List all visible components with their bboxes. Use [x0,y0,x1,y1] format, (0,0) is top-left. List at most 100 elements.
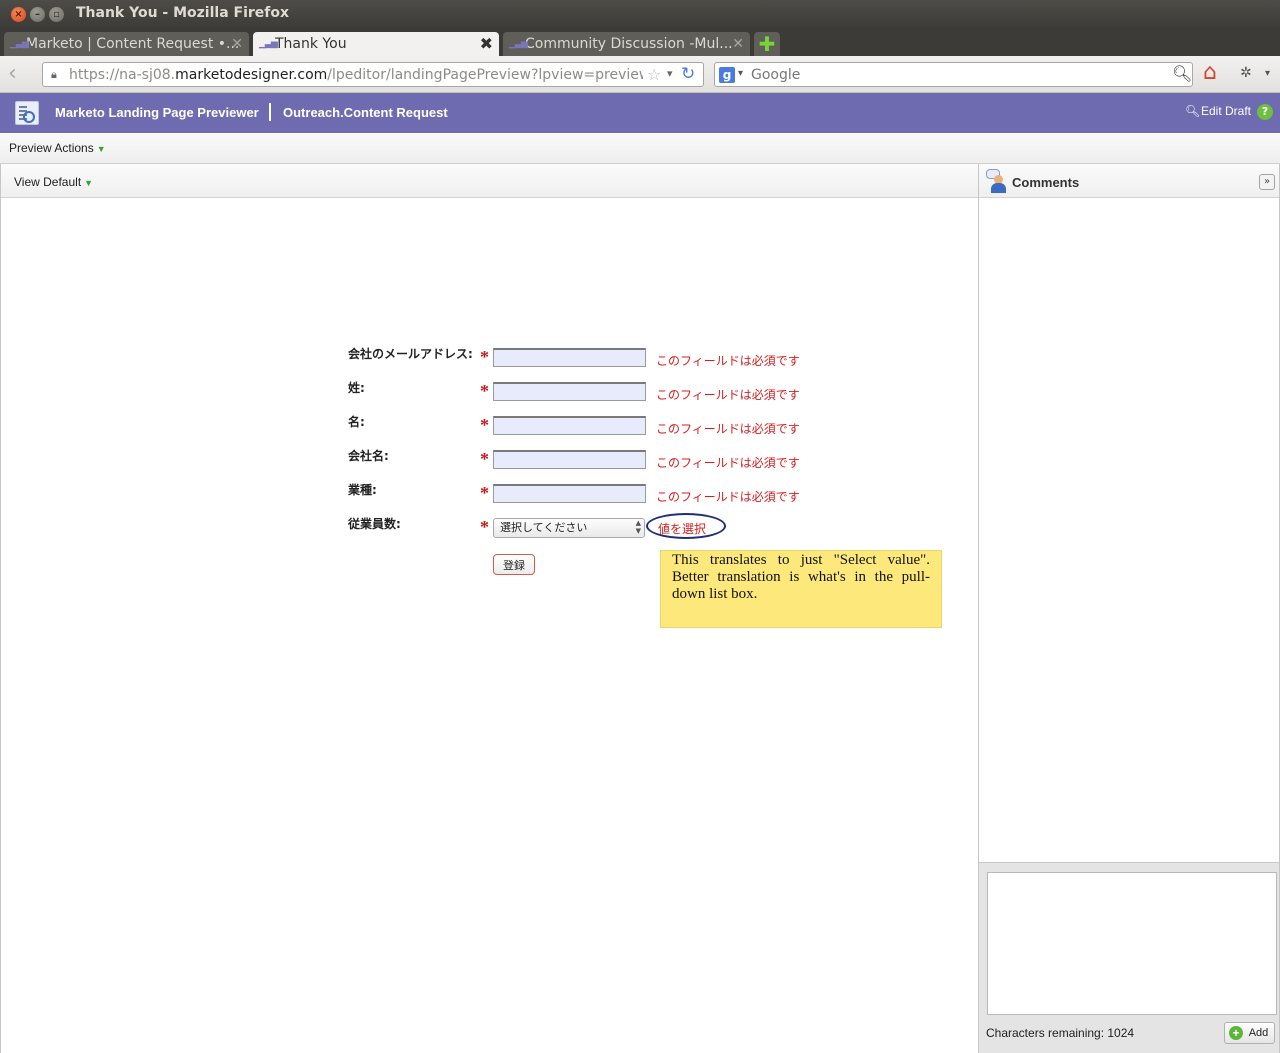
lock-icon: 🔒︎ [51,68,57,81]
tab-marketo-content-request[interactable]: ▁▃▅ Marketo | Content Request •... ✕ [4,32,249,56]
select-value: 選択してください [500,521,588,534]
preview-actions-menu[interactable]: Preview Actions ▼ [9,141,106,155]
reload-icon[interactable]: ↻ [681,64,695,84]
window-maximize-icon[interactable]: ▫ [49,7,64,22]
search-icon[interactable]: 🔍︎ [1172,64,1192,83]
comments-user-icon [986,169,1008,193]
required-mark: * [480,449,489,469]
edit-draft-button[interactable]: 🔍︎Edit Draft [1185,104,1251,118]
marketo-header: Marketo Landing Page Previewer Outreach.… [0,93,1280,133]
chevron-down-icon: ▼ [84,178,94,188]
addon-tools-icon[interactable]: ✲ [1240,65,1252,81]
add-comment-button[interactable]: + Add [1224,1022,1275,1044]
form-row-first-name: 名: * このフィールドは必須です [348,415,848,440]
chars-remaining: Characters remaining: 1024 [986,1026,1135,1040]
employee-count-select[interactable]: 選択してください ▲ ▼ [493,518,645,538]
select-arrows-icon: ▲ ▼ [635,519,641,535]
tab-label: Marketo | Content Request •... [26,36,240,52]
field-label: 会社名: [348,449,389,463]
field-error: このフィールドは必須です [656,456,800,470]
comment-compose: Characters remaining: 1024 + Add [979,862,1279,1053]
field-label: 会社のメールアドレス: [348,347,473,361]
field-error: 値を選択 [658,522,707,536]
marketo-favicon-icon: ▁▃▅ [509,39,528,49]
tab-close-icon[interactable]: ✖ [480,32,493,56]
comment-input[interactable] [987,872,1277,1015]
email-field[interactable] [493,348,646,367]
plus-icon: + [1229,1026,1243,1040]
header-divider [269,103,271,121]
home-icon[interactable]: ⌂ [1203,61,1217,85]
company-field[interactable] [493,450,646,469]
view-default-label: View Default [14,175,82,189]
field-label: 姓: [348,381,365,395]
last-name-field[interactable] [493,382,646,401]
view-default-menu[interactable]: View Default ▼ [14,175,93,189]
industry-field[interactable] [493,484,646,503]
form-row-company: 会社名: * このフィールドは必須です [348,449,848,474]
help-icon[interactable]: ? [1257,104,1273,120]
required-mark: * [480,415,489,435]
app-title: Marketo Landing Page Previewer [55,105,259,120]
url-dropdown-icon[interactable]: ▾ [667,67,673,80]
tab-close-icon[interactable]: ✕ [732,32,744,56]
view-bar: View Default ▼ [1,164,978,198]
select-error-circled: 値を選択 [646,513,726,539]
required-mark: * [480,347,489,367]
landing-page-previewer-icon [15,101,39,125]
field-error: このフィールドは必須です [656,490,800,504]
form-row-industry: 業種: * このフィールドは必須です [348,483,848,508]
first-name-field[interactable] [493,416,646,435]
new-tab-plus-icon[interactable]: ✚ [754,32,780,56]
form-row-email: 会社のメールアドレス: * このフィールドは必須です [348,347,848,372]
url-text[interactable]: https://na-sj08.marketodesigner.com/lped… [69,67,643,83]
search-bar: g ▾ 🔍︎ [714,62,1193,87]
window-titlebar: × – ▫ Thank You - Mozilla Firefox [0,0,1280,29]
field-error: このフィールドは必須です [656,388,800,402]
field-label: 従業員数: [348,517,401,531]
preview-actions-bar: Preview Actions ▼ [0,133,1280,164]
window-minimize-icon[interactable]: – [30,7,45,22]
field-error: このフィールドは必須です [656,354,800,368]
marketo-favicon-icon: ▁▃▅ [10,39,29,49]
chevron-down-icon: ▼ [96,144,106,154]
edit-magnifier-icon: 🔍︎ [1185,104,1201,118]
url-path: /lpeditor/landingPagePreview?lpview=prev… [327,67,643,83]
url-prefix: https://na-sj08. [69,67,176,83]
window-close-icon[interactable]: × [11,7,26,22]
preview-actions-label: Preview Actions [9,141,94,155]
required-mark: * [480,517,489,537]
edit-draft-label: Edit Draft [1201,104,1252,118]
toolbar-dropdown-icon[interactable]: ▾ [1265,68,1270,79]
url-host: marketodesigner.com [175,67,328,83]
tab-strip: ▁▃▅ Marketo | Content Request •... ✕ ▁▃▅… [0,29,1280,56]
tab-label: Thank You [275,36,347,52]
tab-community-discussion[interactable]: ▁▃▅ Community Discussion -Mul... ✕ [503,32,750,56]
add-label: Add [1248,1027,1269,1039]
comments-header: Comments » [979,164,1279,198]
search-input[interactable] [751,65,1171,84]
form-row-employees: 従業員数: * 選択してください ▲ ▼ 値を選択 [348,513,848,542]
field-label: 業種: [348,483,377,497]
url-bar[interactable]: 🔒︎ https://na-sj08.marketodesigner.com/l… [42,62,704,87]
page-name: Outreach.Content Request [283,105,448,120]
required-mark: * [480,483,489,503]
tab-thank-you[interactable]: ▁▃▅ Thank You ✖ [253,32,499,56]
bookmark-star-icon[interactable]: ☆ [647,65,661,84]
required-mark: * [480,381,489,401]
annotation-sticky-note: This translates to just "Select value". … [660,550,942,628]
search-engine-dropdown-icon[interactable]: ▾ [738,68,743,79]
marketo-favicon-icon: ▁▃▅ [259,39,278,49]
window-title: Thank You - Mozilla Firefox [76,5,290,21]
field-label: 名: [348,415,365,429]
google-search-engine-icon[interactable]: g [719,67,735,83]
field-error: このフィールドは必須です [656,422,800,436]
back-arrow-icon[interactable]: ‹ [8,63,30,85]
collapse-panel-icon[interactable]: » [1259,174,1275,190]
comments-title: Comments [1012,175,1080,190]
submit-button[interactable]: 登録 [493,554,535,575]
form-row-last-name: 姓: * このフィールドは必須です [348,381,848,406]
tab-close-icon[interactable]: ✕ [231,32,243,56]
navigation-bar: ‹ 🔒︎ https://na-sj08.marketodesigner.com… [0,56,1280,93]
tab-label: Community Discussion -Mul... [525,36,733,52]
